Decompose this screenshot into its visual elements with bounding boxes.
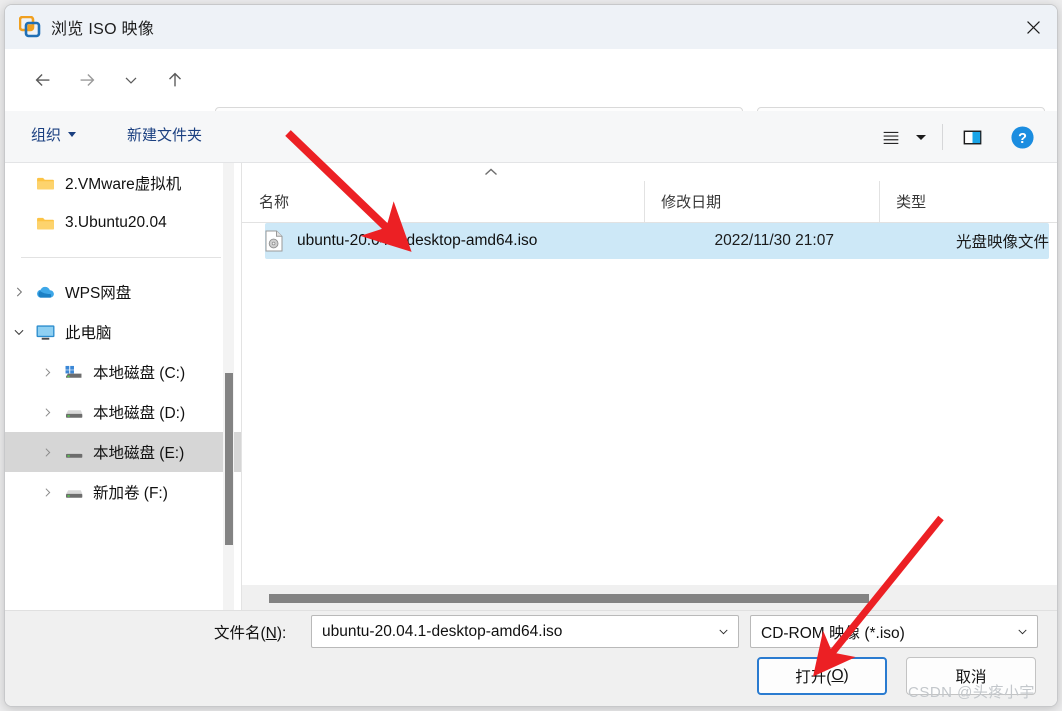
horizontal-scrollbar[interactable] [242, 584, 1057, 610]
sidebar-item-label: 本地磁盘 (D:) [93, 405, 186, 422]
column-header-row: 名称 修改日期 类型 [242, 180, 1057, 223]
sidebar-item-this-pc[interactable]: 此电脑 [5, 312, 241, 352]
iso-file-icon [265, 230, 283, 252]
chevron-down-icon[interactable] [708, 616, 738, 647]
close-icon[interactable] [1009, 5, 1057, 49]
sidebar-item-drive-c[interactable]: 本地磁盘 (C:) [5, 352, 241, 392]
sidebar-item-label: 本地磁盘 (E:) [93, 445, 185, 462]
chevron-placeholder [5, 203, 33, 243]
open-button[interactable]: 打开(O) [757, 657, 887, 695]
chevron-placeholder [5, 163, 33, 203]
browse-iso-dialog: 浏览 ISO 映像 组织 新建文件夹 ? 2.VMware虚拟机 3.Ubunt… [4, 4, 1058, 707]
sidebar-item-label: WPS网盘 [65, 285, 132, 302]
filename-value: ubuntu-20.04.1-desktop-amd64.iso [322, 622, 563, 640]
sidebar-item-label: 本地磁盘 (C:) [93, 365, 186, 382]
sidebar-item-label: 3.Ubuntu20.04 [65, 214, 167, 231]
horizontal-scrollbar-thumb[interactable] [269, 594, 869, 603]
sidebar-item-label: 2.VMware虚拟机 [65, 176, 182, 193]
sidebar-item-drive-d[interactable]: 本地磁盘 (D:) [5, 392, 241, 432]
chevron-down-icon[interactable] [1007, 616, 1037, 647]
column-label: 类型 [896, 194, 927, 211]
sidebar-item-label: 此电脑 [65, 325, 112, 342]
title-bar: 浏览 ISO 映像 [5, 5, 1057, 49]
sidebar-item-drive-e[interactable]: 本地磁盘 (E:) [5, 432, 241, 472]
drive-icon [61, 405, 85, 420]
view-options-chevron-icon[interactable] [910, 120, 932, 154]
dialog-body: 2.VMware虚拟机 3.Ubuntu20.04 WPS网盘 此电脑 本地磁盘… [5, 163, 1057, 610]
this-pc-icon [33, 324, 57, 341]
column-label: 名称 [259, 194, 290, 211]
screenshot-root: 浏览 ISO 映像 组织 新建文件夹 ? 2.VMware虚拟机 3.Ubunt… [0, 0, 1062, 711]
organize-button[interactable]: 组织 [31, 124, 77, 145]
column-header-type[interactable]: 类型 [879, 180, 1057, 223]
filename-label-prefix: 文件名( [214, 625, 266, 642]
open-label-prefix: 打开( [795, 669, 832, 686]
column-header-name[interactable]: 名称 [242, 181, 644, 223]
file-name: ubuntu-20.04.1-desktop-amd64.iso [297, 232, 538, 249]
chevron-right-icon[interactable] [5, 272, 33, 312]
vmware-iso-icon [18, 15, 41, 38]
sidebar-item-label: 新加卷 (F:) [93, 485, 168, 502]
system-drive-icon [61, 365, 85, 380]
open-label-suffix: ) [843, 667, 849, 684]
chevron-down-icon [68, 132, 77, 137]
filename-label: 文件名(N): [214, 621, 286, 643]
filename-label-suffix: ): [276, 625, 287, 642]
file-date: 2022/11/30 21:07 [714, 232, 834, 249]
sidebar-item-drive-f[interactable]: 新加卷 (F:) [5, 472, 241, 512]
chevron-right-icon[interactable] [33, 352, 61, 392]
column-header-date[interactable]: 修改日期 [644, 180, 879, 223]
sidebar-item-vmware-vm[interactable]: 2.VMware虚拟机 [5, 163, 241, 203]
file-type: 光盘映像文件 [955, 234, 1049, 251]
folder-icon [33, 176, 57, 191]
drive-icon [61, 445, 85, 460]
sort-ascending-icon [484, 168, 498, 179]
sidebar-scrollbar-thumb[interactable] [225, 373, 233, 545]
up-arrow-icon[interactable] [155, 60, 195, 100]
chevron-right-icon[interactable] [33, 432, 61, 472]
column-label: 修改日期 [661, 194, 722, 211]
sidebar-item-wps-cloud[interactable]: WPS网盘 [5, 272, 241, 312]
sidebar-divider [21, 257, 221, 258]
new-folder-button[interactable]: 新建文件夹 [127, 124, 202, 145]
command-toolbar: 组织 新建文件夹 ? [5, 111, 1057, 163]
open-label-accel: O [831, 667, 844, 684]
help-icon[interactable]: ? [1003, 120, 1041, 154]
folder-icon [33, 216, 57, 231]
new-folder-label: 新建文件夹 [127, 127, 203, 144]
filetype-select[interactable]: CD-ROM 映像 (*.iso) [750, 615, 1038, 648]
window-title: 浏览 ISO 映像 [51, 21, 155, 38]
filename-label-accel: N [265, 625, 277, 642]
organize-label: 组织 [31, 127, 62, 144]
toolbar-divider [942, 124, 943, 150]
chevron-down-icon[interactable] [5, 312, 33, 352]
file-rows: ubuntu-20.04.1-desktop-amd64.iso 2022/11… [242, 223, 1057, 259]
view-list-icon[interactable] [872, 120, 910, 154]
preview-pane-icon[interactable] [953, 120, 991, 154]
chevron-right-icon[interactable] [33, 392, 61, 432]
forward-arrow-icon[interactable] [67, 60, 107, 100]
recent-locations-chevron-icon[interactable] [111, 60, 151, 100]
filetype-value: CD-ROM 映像 (*.iso) [761, 624, 905, 642]
navigation-sidebar: 2.VMware虚拟机 3.Ubuntu20.04 WPS网盘 此电脑 本地磁盘… [5, 163, 241, 610]
sidebar-item-ubuntu2004[interactable]: 3.Ubuntu20.04 [5, 203, 241, 243]
watermark: CSDN @头疼小宇 [908, 684, 1035, 701]
svg-text:?: ? [1018, 130, 1027, 146]
cloud-icon [33, 285, 57, 300]
file-list-pane: 名称 修改日期 类型 ubuntu-20.04.1-desktop-amd64.… [242, 163, 1057, 610]
filename-input[interactable]: ubuntu-20.04.1-desktop-amd64.iso [311, 615, 739, 648]
back-arrow-icon[interactable] [23, 60, 63, 100]
table-row[interactable]: ubuntu-20.04.1-desktop-amd64.iso 2022/11… [265, 223, 1049, 259]
drive-icon [61, 485, 85, 500]
chevron-right-icon[interactable] [33, 472, 61, 512]
navigation-bar: › 此电脑 › 本地磁盘 (E:) › iso [5, 49, 1057, 152]
